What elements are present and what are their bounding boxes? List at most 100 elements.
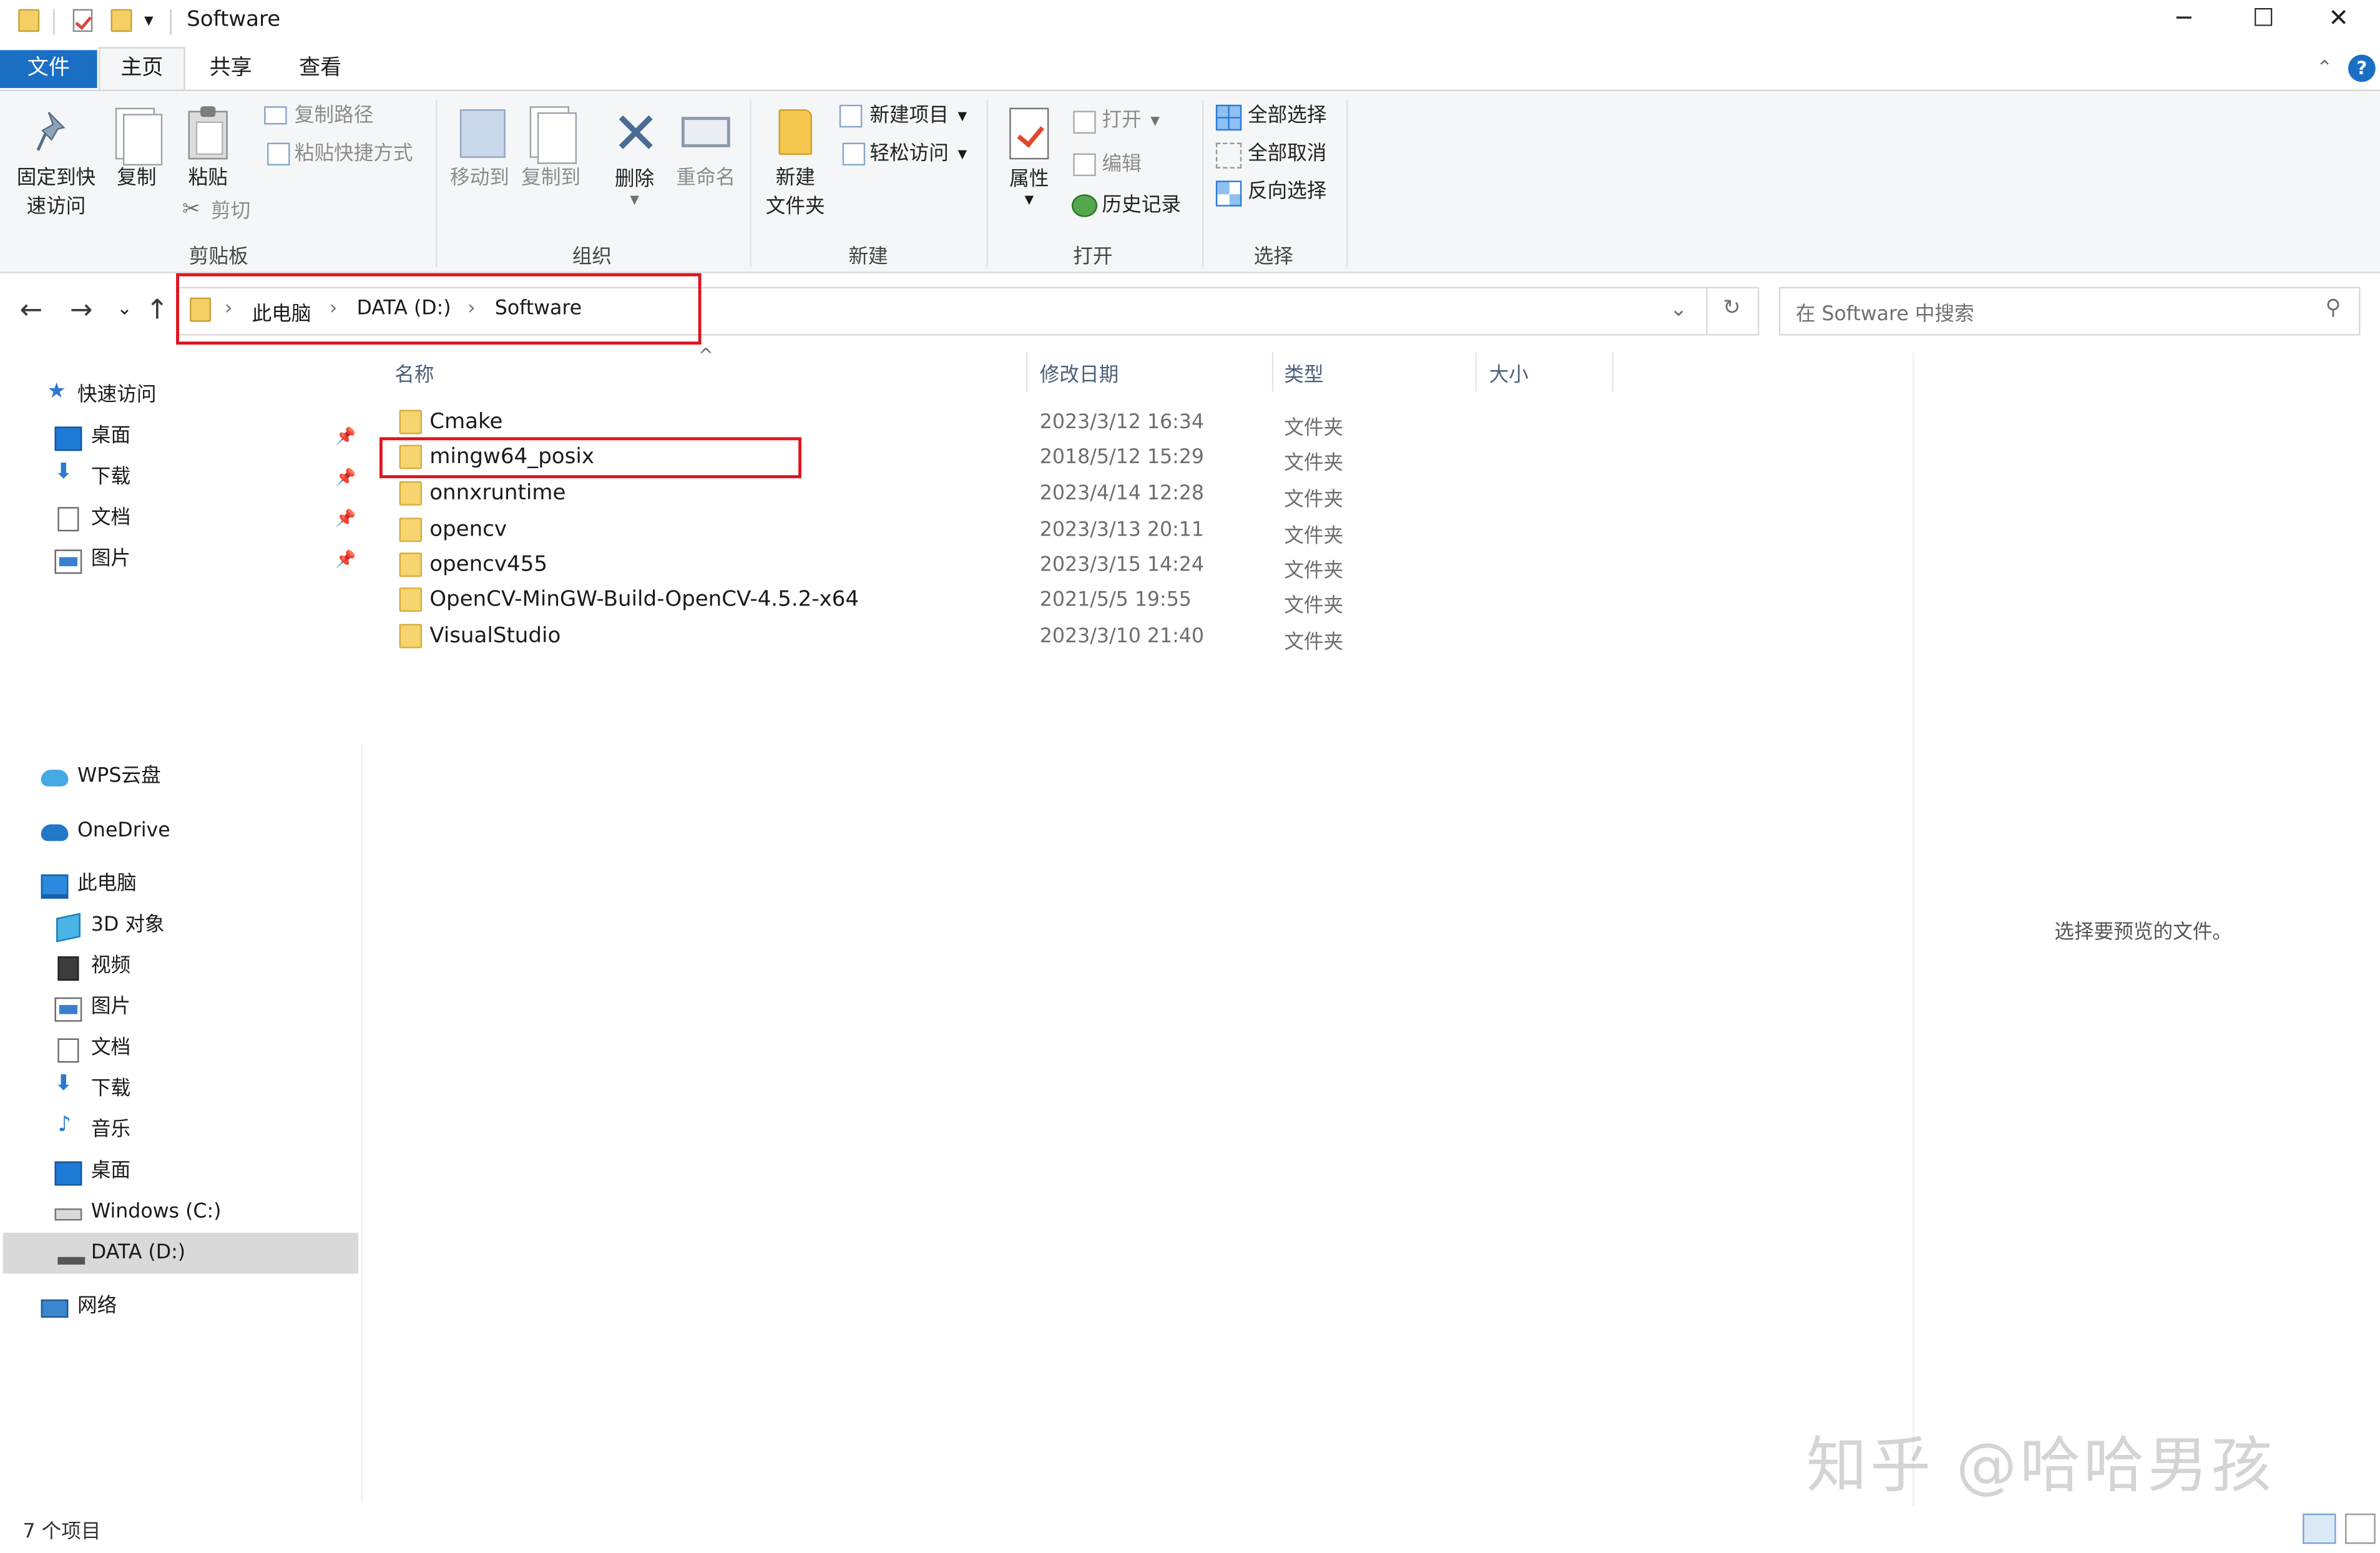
watermark: 知乎 @哈哈男孩	[1806, 1431, 2275, 1502]
network-icon	[41, 1299, 69, 1318]
collapse-ribbon-icon[interactable]: ⌃	[2316, 57, 2333, 80]
tab-home[interactable]: 主页	[99, 47, 185, 91]
column-divider[interactable]	[1475, 352, 1477, 392]
open-button[interactable]: 打开	[1102, 106, 1141, 135]
copy-to-button[interactable]: 复制到	[514, 164, 587, 193]
nav-data-d[interactable]: DATA (D:)	[91, 1236, 185, 1272]
table-row[interactable]: opencv 2023/3/13 20:11 文件夹	[387, 513, 1358, 548]
column-header-type[interactable]: 类型	[1284, 358, 1323, 389]
file-type: 文件夹	[1284, 489, 1344, 512]
pinned-icon[interactable]: 📌	[335, 509, 356, 529]
maximize-button[interactable]: ☐	[2253, 6, 2275, 31]
tab-view[interactable]: 查看	[299, 50, 341, 88]
nav-onedrive[interactable]: OneDrive	[77, 814, 170, 850]
column-divider[interactable]	[1026, 352, 1028, 392]
edit-button[interactable]: 编辑	[1102, 150, 1141, 179]
file-name: Cmake	[429, 409, 503, 434]
nav-quick-documents[interactable]: 文档	[91, 501, 130, 537]
download-icon: ⬇	[54, 1072, 73, 1096]
nav-this-pc[interactable]: 此电脑	[77, 867, 137, 903]
nav-wps-cloud[interactable]: WPS云盘	[77, 759, 161, 795]
large-icons-view-icon[interactable]	[2345, 1513, 2376, 1544]
nav-music[interactable]: 音乐	[91, 1113, 130, 1149]
move-to-button[interactable]: 移动到	[443, 164, 516, 193]
properties-quick-icon[interactable]	[72, 9, 93, 32]
address-dropdown-icon[interactable]: ⌄	[1670, 298, 1688, 322]
delete-dropdown-icon[interactable]: ▾	[630, 189, 639, 210]
documents-icon	[57, 507, 79, 532]
paste-shortcut-icon	[267, 142, 290, 166]
pin-quick-access-button[interactable]: 固定到快 速访问	[9, 164, 104, 222]
nav-downloads[interactable]: 下载	[91, 1072, 130, 1108]
paste-shortcut-button[interactable]: 粘贴快捷方式	[295, 140, 413, 169]
tab-file[interactable]: 文件	[0, 50, 97, 89]
pinned-icon[interactable]: 📌	[335, 549, 356, 569]
table-row[interactable]: opencv455 2023/3/15 14:24 文件夹	[387, 548, 1358, 583]
nav-quick-access[interactable]: 快速访问	[77, 378, 156, 414]
nav-pictures[interactable]: 图片	[91, 990, 130, 1026]
new-item-button[interactable]: 新建项目	[869, 102, 948, 130]
minimize-button[interactable]: ─	[2177, 6, 2191, 31]
table-row[interactable]: onnxruntime 2023/4/14 12:28 文件夹	[387, 477, 1358, 512]
forward-button[interactable]: →	[70, 295, 93, 326]
column-header-modified[interactable]: 修改日期	[1040, 358, 1119, 389]
tab-share[interactable]: 共享	[210, 50, 252, 88]
select-all-button[interactable]: 全部选择	[1248, 102, 1326, 130]
nav-quick-pictures[interactable]: 图片	[91, 542, 130, 578]
help-icon[interactable]: ?	[2348, 54, 2376, 82]
column-header-size[interactable]: 大小	[1489, 358, 1529, 389]
nav-desktop[interactable]: 桌面	[91, 1154, 130, 1190]
title-divider	[53, 9, 55, 35]
details-view-icon[interactable]	[2303, 1513, 2336, 1544]
rename-button[interactable]: 重命名	[669, 164, 742, 193]
nav-quick-downloads[interactable]: 下载	[91, 460, 130, 496]
select-all-icon	[1215, 104, 1242, 131]
up-button[interactable]: ↑	[145, 295, 169, 326]
select-none-icon	[1215, 142, 1242, 169]
pinned-icon[interactable]: 📌	[335, 426, 356, 446]
back-button[interactable]: ←	[20, 295, 43, 326]
close-button[interactable]: ✕	[2328, 6, 2349, 31]
search-icon[interactable]: ⚲	[2326, 296, 2341, 320]
recent-locations-button[interactable]: ⌄	[117, 298, 132, 319]
open-dropdown-icon[interactable]: ▾	[1150, 109, 1160, 130]
pinned-icon[interactable]: 📌	[335, 468, 356, 487]
quick-access-dropdown-icon[interactable]: ▾	[144, 9, 154, 31]
column-header-name[interactable]: 名称	[394, 358, 434, 389]
history-button[interactable]: 历史记录	[1102, 191, 1180, 220]
new-folder-button[interactable]: 新建 文件夹	[759, 164, 832, 222]
copy-path-button[interactable]: 复制路径	[295, 102, 373, 130]
nav-3d-objects[interactable]: 3D 对象	[91, 908, 165, 944]
easy-access-dropdown-icon[interactable]: ▾	[957, 143, 967, 164]
nav-windows-c[interactable]: Windows (C:)	[91, 1195, 222, 1231]
copy-button[interactable]: 复制	[109, 164, 164, 193]
cut-button[interactable]: 剪切	[211, 197, 250, 226]
new-item-dropdown-icon[interactable]: ▾	[957, 105, 967, 126]
easy-access-button[interactable]: 轻松访问	[869, 140, 948, 169]
desktop-icon	[54, 1161, 82, 1186]
nav-documents[interactable]: 文档	[91, 1031, 130, 1067]
rename-icon	[681, 117, 730, 147]
file-type: 文件夹	[1284, 452, 1344, 476]
folder-icon	[399, 587, 423, 612]
select-none-button[interactable]: 全部取消	[1248, 140, 1326, 169]
nav-videos[interactable]: 视频	[91, 949, 130, 985]
file-name: opencv455	[429, 552, 548, 577]
nav-network[interactable]: 网络	[77, 1289, 117, 1325]
table-row[interactable]: Cmake 2023/3/12 16:34 文件夹	[387, 405, 1358, 440]
ribbon-separator	[986, 100, 989, 268]
paste-button[interactable]: 粘贴	[179, 164, 237, 193]
clipboard-group-label: 剪贴板	[189, 246, 248, 269]
new-folder-quick-icon[interactable]	[110, 9, 132, 32]
move-to-icon	[459, 109, 506, 158]
properties-dropdown-icon[interactable]: ▾	[1024, 189, 1034, 210]
column-divider[interactable]	[1612, 352, 1614, 392]
file-type: 文件夹	[1284, 595, 1344, 618]
table-row[interactable]: VisualStudio 2023/3/10 21:40 文件夹	[387, 619, 1358, 654]
invert-selection-button[interactable]: 反向选择	[1248, 178, 1326, 207]
folder-icon	[399, 624, 423, 649]
table-row[interactable]: OpenCV-MinGW-Build-OpenCV-4.5.2-x64 2021…	[387, 583, 1358, 618]
refresh-icon: ↻	[1723, 296, 1741, 321]
column-divider[interactable]	[1271, 352, 1274, 392]
nav-quick-desktop[interactable]: 桌面	[91, 419, 130, 455]
